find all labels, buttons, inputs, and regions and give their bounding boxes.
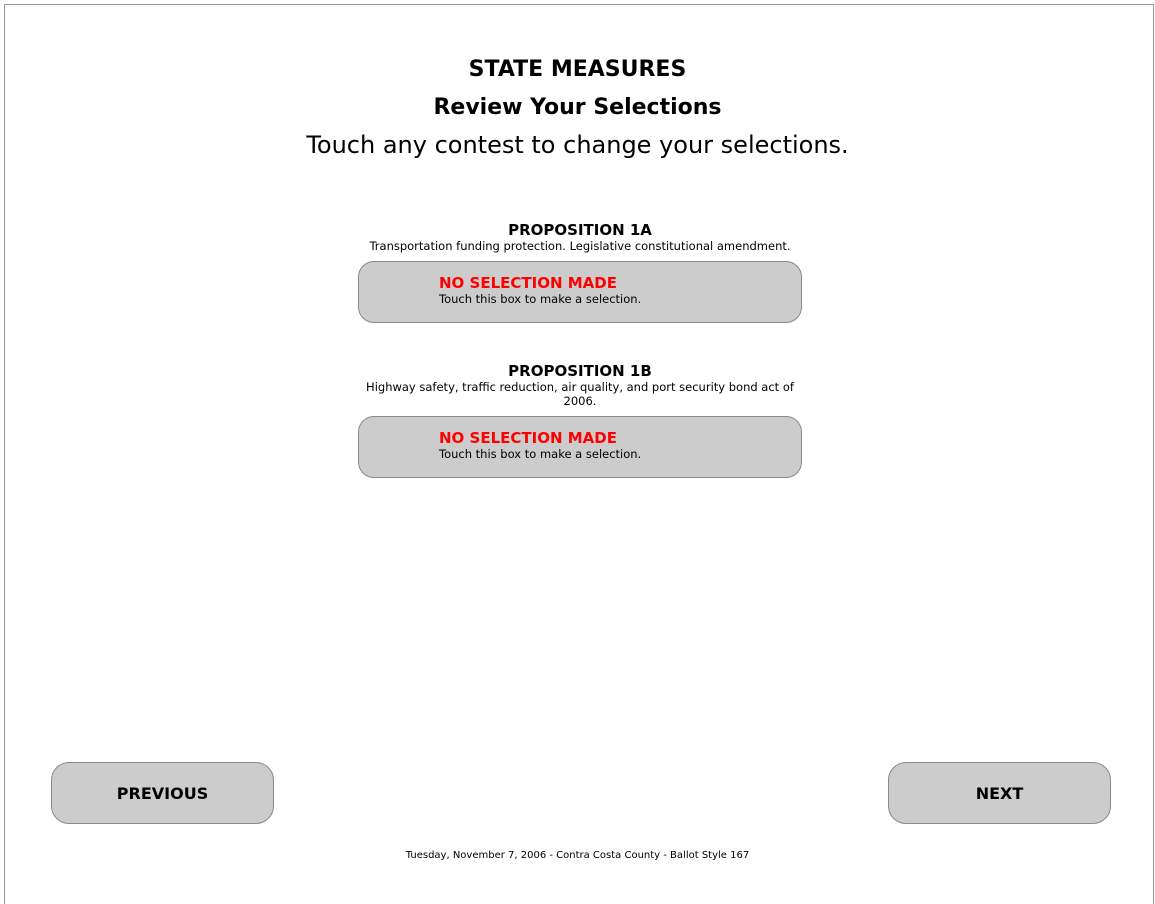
- contest-title: PROPOSITION 1A: [508, 221, 652, 239]
- contest-description: Highway safety, traffic reduction, air q…: [366, 380, 794, 408]
- contest-proposition-1b: PROPOSITION 1B Highway safety, traffic r…: [350, 363, 810, 478]
- instruction-text: Touch any contest to change your selecti…: [306, 131, 849, 159]
- ballot-footer: Tuesday, November 7, 2006 - Contra Costa…: [405, 850, 750, 861]
- contest-title: PROPOSITION 1B: [508, 362, 652, 380]
- section-title: STATE MEASURES: [468, 57, 687, 82]
- contest-description: Transportation funding protection. Legis…: [369, 239, 791, 253]
- next-button[interactable]: NEXT: [888, 762, 1111, 824]
- selection-box[interactable]: NO SELECTION MADE Touch this box to make…: [358, 416, 802, 478]
- selection-hint: Touch this box to make a selection.: [439, 447, 642, 461]
- page-header: STATE MEASURES Review Your Selections To…: [0, 56, 1155, 160]
- selection-status: NO SELECTION MADE: [439, 274, 617, 292]
- page-subtitle: Review Your Selections: [433, 95, 722, 120]
- selection-hint: Touch this box to make a selection.: [439, 292, 642, 306]
- selection-box[interactable]: NO SELECTION MADE Touch this box to make…: [358, 261, 802, 323]
- selection-status: NO SELECTION MADE: [439, 429, 617, 447]
- contest-proposition-1a: PROPOSITION 1A Transportation funding pr…: [350, 222, 810, 323]
- previous-button[interactable]: PREVIOUS: [51, 762, 274, 824]
